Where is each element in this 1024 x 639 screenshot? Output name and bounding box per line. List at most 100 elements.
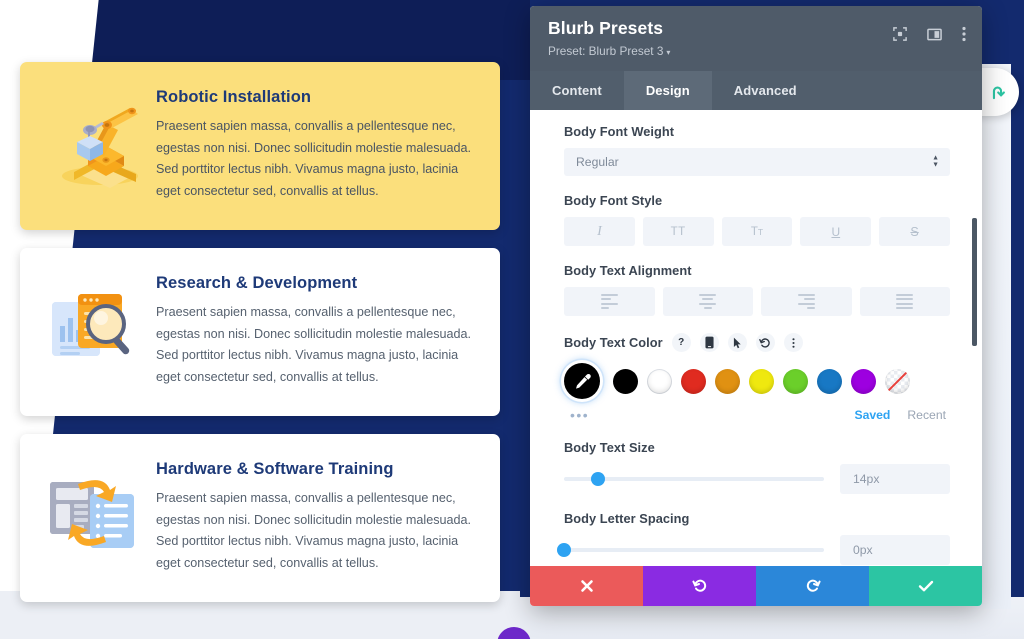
hover-cursor-icon[interactable]	[727, 333, 747, 352]
eyedropper-icon	[575, 373, 591, 389]
card-description: Praesent sapien massa, convallis a pelle…	[156, 305, 472, 384]
letter-spacing-slider[interactable]	[557, 543, 824, 557]
field-label: Body Text Size	[564, 440, 655, 455]
text-size-slider[interactable]	[564, 472, 824, 486]
save-button[interactable]	[869, 566, 982, 606]
align-center-button[interactable]	[662, 287, 753, 316]
panel-tabs: Content Design Advanced	[530, 71, 982, 110]
card-title: Research & Development	[156, 274, 358, 292]
field-label: Body Font Weight	[564, 124, 675, 139]
undo-icon	[691, 579, 706, 592]
help-icon[interactable]: ?	[671, 333, 691, 352]
checkmark-icon	[918, 580, 933, 592]
italic-button[interactable]: I	[564, 217, 635, 246]
card-body: Robotic Installation Praesent sapien mas…	[150, 88, 478, 203]
swatch-black[interactable]	[613, 368, 638, 394]
blurb-card-robotic-installation[interactable]: Robotic Installation Praesent sapien mas…	[20, 62, 500, 230]
close-button[interactable]	[530, 566, 643, 606]
align-left-icon	[600, 293, 618, 310]
panel-header: Blurb Presets Preset: Blurb Preset 3 ▾	[530, 6, 982, 71]
undo-button[interactable]	[643, 566, 756, 606]
blurb-card-hardware-software-training[interactable]: Hardware & Software Training Praesent sa…	[20, 434, 500, 602]
card-body: Research & Development Praesent sapien m…	[150, 274, 478, 389]
more-options-icon[interactable]	[962, 26, 966, 42]
focus-icon[interactable]	[893, 27, 907, 41]
underline-button[interactable]: U	[800, 217, 872, 246]
field-body-font-weight: Body Font Weight Regular ▲ ▼	[564, 124, 950, 176]
slider-knob[interactable]	[590, 472, 605, 486]
swatch-transparent[interactable]	[885, 368, 910, 394]
swatch-footer: ••• Saved Recent	[564, 407, 950, 423]
more-colors-button[interactable]: •••	[564, 407, 589, 423]
text-alignment-button-group	[564, 287, 950, 316]
field-label: Body Text Color	[564, 335, 663, 350]
align-right-icon	[797, 293, 815, 310]
chevron-updown-icon: ▲ ▼	[932, 154, 939, 169]
color-swatch-row	[564, 363, 950, 399]
field-body-text-size: Body Text Size 14px	[564, 440, 950, 494]
capitalize-button[interactable]: TT	[721, 217, 793, 246]
card-title: Robotic Installation	[156, 88, 312, 106]
more-icon[interactable]	[783, 333, 803, 352]
hardware-software-sync-icon	[38, 460, 150, 562]
card-description: Praesent sapien massa, convallis a pelle…	[156, 491, 472, 570]
font-style-button-group: I TT TT U S	[564, 217, 950, 246]
responsive-mobile-icon[interactable]	[699, 333, 719, 352]
research-magnifier-icon	[38, 274, 150, 376]
panel-scroll-area: Body Font Weight Regular ▲ ▼ Body Font St…	[530, 110, 982, 566]
close-icon	[580, 580, 593, 592]
redo-button[interactable]	[756, 566, 869, 606]
strikethrough-button[interactable]: S	[879, 217, 950, 246]
field-label: Body Letter Spacing	[564, 511, 690, 526]
align-justify-icon	[896, 293, 914, 310]
panel-action-bar	[530, 566, 982, 606]
swatch-red[interactable]	[681, 368, 706, 394]
robotic-arm-icon	[38, 88, 150, 190]
blurb-card-list: Robotic Installation Praesent sapien mas…	[20, 62, 500, 602]
eyedropper-color-button[interactable]	[564, 363, 600, 399]
field-body-letter-spacing: Body Letter Spacing 0px	[557, 511, 950, 565]
text-size-slider-row: 14px	[564, 464, 950, 494]
swatch-green[interactable]	[783, 368, 808, 394]
field-label: Body Text Alignment	[564, 263, 692, 278]
blurb-card-research-development[interactable]: Research & Development Praesent sapien m…	[20, 248, 500, 416]
letter-spacing-value-input[interactable]: 0px	[840, 535, 950, 565]
body-font-weight-select[interactable]: Regular ▲ ▼	[564, 148, 950, 176]
tab-advanced[interactable]: Advanced	[712, 71, 819, 110]
card-body: Hardware & Software Training Praesent sa…	[150, 460, 478, 575]
reset-icon[interactable]	[755, 333, 775, 352]
swatch-purple[interactable]	[851, 368, 876, 394]
uppercase-button[interactable]: TT	[642, 217, 714, 246]
layout-panel-icon[interactable]	[927, 27, 942, 42]
field-body-font-style: Body Font Style I TT TT U S	[564, 193, 950, 246]
redo-icon	[806, 579, 821, 592]
field-body-text-alignment: Body Text Alignment	[564, 263, 950, 316]
text-size-value-input[interactable]: 14px	[840, 464, 950, 494]
color-label-row: Body Text Color ?	[564, 333, 950, 352]
slider-knob[interactable]	[557, 543, 571, 557]
chevron-down-icon: ▾	[666, 48, 671, 57]
tab-saved-colors[interactable]: Saved	[854, 408, 890, 422]
tab-design[interactable]: Design	[623, 71, 712, 110]
field-label: Body Font Style	[564, 193, 663, 208]
letter-spacing-slider-row: 0px	[557, 535, 950, 565]
swatch-blue[interactable]	[817, 368, 842, 394]
module-settings-panel: Blurb Presets Preset: Blurb Preset 3 ▾ C…	[530, 6, 982, 606]
swatch-tabs: Saved Recent	[854, 408, 946, 422]
preset-selector[interactable]: Preset: Blurb Preset 3 ▾	[548, 44, 670, 58]
swatch-yellow[interactable]	[749, 368, 774, 394]
panel-header-icons	[893, 26, 966, 42]
tab-recent-colors[interactable]: Recent	[907, 408, 946, 422]
swatch-orange[interactable]	[715, 368, 740, 394]
swatch-white[interactable]	[647, 368, 672, 394]
align-left-button[interactable]	[564, 287, 655, 316]
align-center-icon	[699, 293, 717, 310]
scroll-up-arrow-icon	[992, 85, 1005, 99]
panel-scrollbar[interactable]	[972, 218, 977, 346]
preset-label: Preset: Blurb Preset 3	[548, 44, 664, 58]
card-title: Hardware & Software Training	[156, 460, 394, 478]
align-justify-button[interactable]	[859, 287, 950, 316]
tab-content[interactable]: Content	[530, 71, 624, 110]
align-right-button[interactable]	[761, 287, 852, 316]
field-body-text-color: Body Text Color ? ••• Saved Recent	[564, 333, 950, 423]
